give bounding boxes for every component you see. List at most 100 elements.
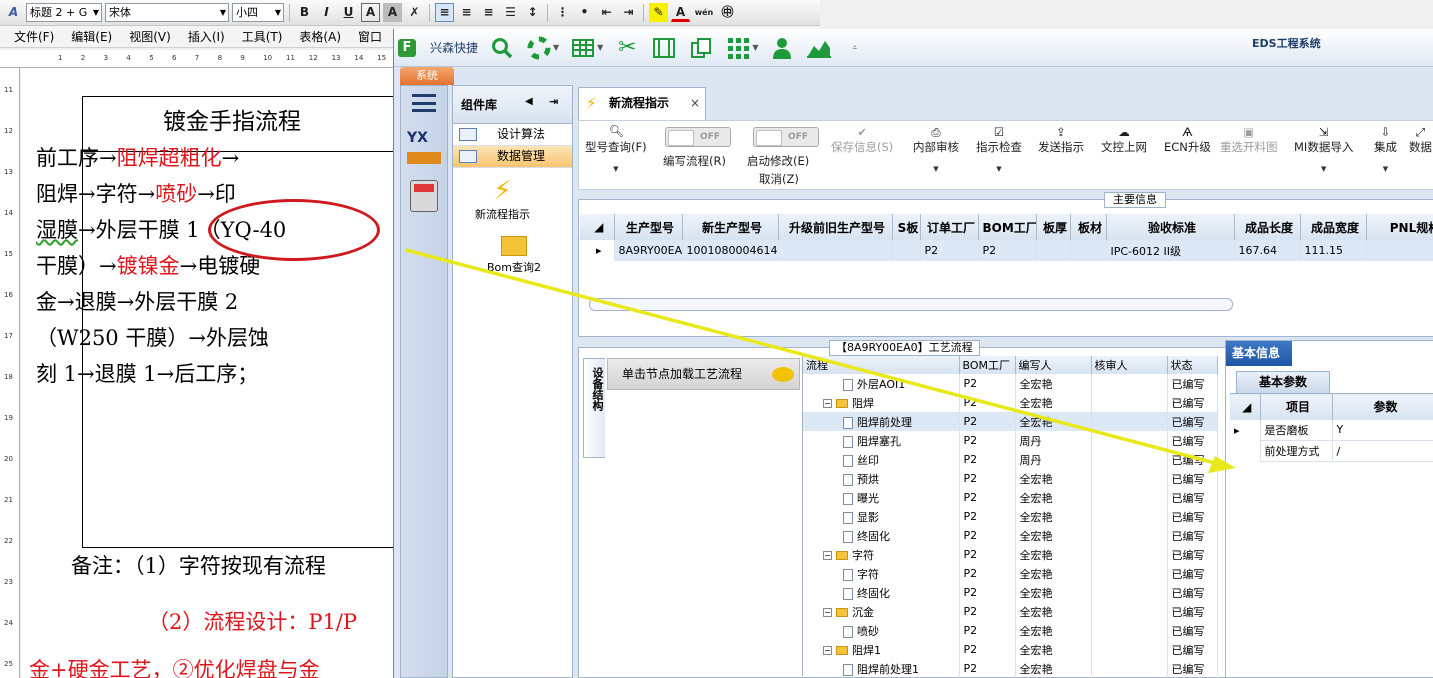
tree-node[interactable]: − 阻焊 <box>803 393 960 412</box>
send-button[interactable]: ⇪ 发送指示 <box>1038 125 1084 155</box>
cell[interactable]: P2 <box>959 583 1016 602</box>
menu-item-window[interactable]: 窗口 <box>358 28 382 45</box>
tree-row[interactable]: 显影 P2 全宏艳 已编写 <box>803 507 1218 526</box>
copy-icon[interactable] <box>688 35 714 61</box>
cell[interactable]: 全宏艳 <box>1015 564 1092 583</box>
tab-basic-info[interactable]: 基本信息 <box>1226 341 1292 366</box>
cell[interactable]: P2 <box>959 393 1016 412</box>
tree-node[interactable]: 丝印 <box>803 450 960 469</box>
menu-item-insert[interactable]: 插入(I) <box>188 28 225 45</box>
cell[interactable]: 已编写 <box>1167 488 1218 507</box>
start-modify-toggle[interactable]: OFF <box>753 127 819 147</box>
cell[interactable]: 已编写 <box>1167 431 1218 450</box>
cell[interactable]: 已编写 <box>1167 393 1218 412</box>
char-shade-button[interactable]: A <box>383 3 402 22</box>
customize-caret[interactable]: ⩡ <box>852 43 857 53</box>
check-button[interactable]: ☑ 指示检查 ▼ <box>976 125 1022 173</box>
bullets-icon[interactable]: • <box>575 3 594 22</box>
tree-node[interactable]: − 沉金 <box>803 602 960 621</box>
param-key[interactable]: 是否磨板 <box>1260 419 1333 441</box>
column-header[interactable]: 项目 <box>1260 393 1333 420</box>
justify-icon[interactable]: ☰ <box>501 3 520 22</box>
cell[interactable] <box>1091 412 1168 431</box>
cell[interactable]: 167.64 <box>1234 240 1301 261</box>
upload-doc-button[interactable]: ☁ 文控上网 <box>1101 125 1147 155</box>
cell[interactable]: 已编写 <box>1167 450 1218 469</box>
cell[interactable]: 全宏艳 <box>1015 602 1092 621</box>
column-header[interactable]: 流程 <box>803 356 960 374</box>
param-value[interactable]: / <box>1332 440 1433 462</box>
select-all-cell[interactable]: ◢ <box>1230 393 1261 420</box>
reselect-cut-button[interactable]: ▣ 重选开料图 <box>1220 125 1278 155</box>
column-header[interactable]: 板厚 <box>1036 214 1071 240</box>
tab-basic-params[interactable]: 基本参数 <box>1236 371 1330 393</box>
factory-icon[interactable]: YX <box>407 130 441 164</box>
cell[interactable]: 全宏艳 <box>1015 583 1092 602</box>
table-row[interactable]: 前处理方式 / <box>1230 440 1433 462</box>
indent-icon[interactable]: ⇥ <box>619 3 638 22</box>
document-page[interactable]: 镀金手指流程 前工序→阻焊超粗化→ 阻焊→字符→喷砂→印 湿膜→外层干膜 1（YQ-… <box>21 68 395 678</box>
tree-row[interactable]: 终固化 P2 全宏艳 已编写 <box>803 526 1218 545</box>
tree-row[interactable]: − 阻焊1 P2 全宏艳 已编写 <box>803 640 1218 659</box>
styles-pane-icon[interactable]: A <box>4 3 23 22</box>
vertical-ruler[interactable]: 11 12 13 14 15 16 17 18 19 20 21 22 23 24 25 <box>0 68 20 678</box>
tree-node[interactable]: 阻焊前处理1 <box>803 659 960 678</box>
cell[interactable]: P2 <box>959 488 1016 507</box>
table-row[interactable]: ▸ 是否磨板 Y <box>1230 419 1433 441</box>
bold-button[interactable]: B <box>295 3 314 22</box>
outdent-icon[interactable]: ⇤ <box>597 3 616 22</box>
cell[interactable]: P2 <box>959 431 1016 450</box>
cell[interactable]: 已编写 <box>1167 583 1218 602</box>
enclose-char-icon[interactable]: ㊥ <box>718 3 737 22</box>
cell[interactable]: P2 <box>959 374 1016 393</box>
menu-item-file[interactable]: 文件(F) <box>14 28 54 45</box>
column-header[interactable]: 参数 <box>1332 393 1433 420</box>
cell[interactable]: 全宏艳 <box>1015 507 1092 526</box>
collapse-icon[interactable]: − <box>823 399 832 408</box>
align-right-icon[interactable]: ≡ <box>479 3 498 22</box>
cell[interactable]: 全宏艳 <box>1015 526 1092 545</box>
collapse-icon[interactable]: − <box>823 608 832 617</box>
apps-icon[interactable] <box>725 35 751 61</box>
tree-row[interactable]: − 字符 P2 全宏艳 已编写 <box>803 545 1218 564</box>
cell[interactable] <box>1091 545 1168 564</box>
calculator-icon[interactable] <box>410 180 438 212</box>
cell[interactable]: 已编写 <box>1167 507 1218 526</box>
cell[interactable] <box>1366 240 1433 261</box>
menu-item-tools[interactable]: 工具(T) <box>242 28 283 45</box>
cell[interactable] <box>1091 621 1168 640</box>
cell[interactable] <box>1091 431 1168 450</box>
cell[interactable]: P2 <box>959 450 1016 469</box>
tree-row[interactable]: 预烘 P2 全宏艳 已编写 <box>803 469 1218 488</box>
column-header[interactable]: 成品宽度 <box>1300 214 1367 240</box>
param-value[interactable]: Y <box>1332 419 1433 441</box>
cell[interactable]: IPC-6012 II级 <box>1106 240 1235 261</box>
cell[interactable]: P2 <box>959 640 1016 659</box>
ecn-upgrade-button[interactable]: Ѧ ECN升级 <box>1164 125 1211 155</box>
cell[interactable]: 8A9RY00EA0 <box>614 240 683 261</box>
tree-node[interactable]: 显影 <box>803 507 960 526</box>
cell[interactable]: 已编写 <box>1167 659 1218 678</box>
tree-row[interactable]: 阻焊塞孔 P2 周丹 已编写 <box>803 431 1218 450</box>
line-spacing-icon[interactable]: ↕ <box>523 3 542 22</box>
cell[interactable]: 已编写 <box>1167 564 1218 583</box>
tree-row[interactable]: 阻焊前处理 P2 全宏艳 已编写 <box>803 412 1218 431</box>
cell[interactable] <box>892 240 921 261</box>
tree-row[interactable]: 喷砂 P2 全宏艳 已编写 <box>803 621 1218 640</box>
align-left-icon[interactable]: ≡ <box>435 3 454 22</box>
cell[interactable] <box>1091 469 1168 488</box>
cell[interactable]: 全宏艳 <box>1015 374 1092 393</box>
tree-row[interactable]: 曝光 P2 全宏艳 已编写 <box>803 488 1218 507</box>
cell[interactable]: 已编写 <box>1167 526 1218 545</box>
menu-icon[interactable] <box>412 94 436 112</box>
numbering-icon[interactable]: ⋮ <box>553 3 572 22</box>
comp-item-design[interactable]: 设计算法 <box>453 124 572 146</box>
cell[interactable]: P2 <box>959 469 1016 488</box>
collapse-left-icon[interactable]: ◀ <box>525 96 533 107</box>
cell[interactable] <box>1091 583 1168 602</box>
cell[interactable]: 已编写 <box>1167 602 1218 621</box>
tree-node[interactable]: 阻焊塞孔 <box>803 431 960 450</box>
cell[interactable]: 全宏艳 <box>1015 659 1092 678</box>
column-header[interactable]: 订单工厂 <box>920 214 979 240</box>
font-color-icon[interactable]: A <box>671 3 690 22</box>
